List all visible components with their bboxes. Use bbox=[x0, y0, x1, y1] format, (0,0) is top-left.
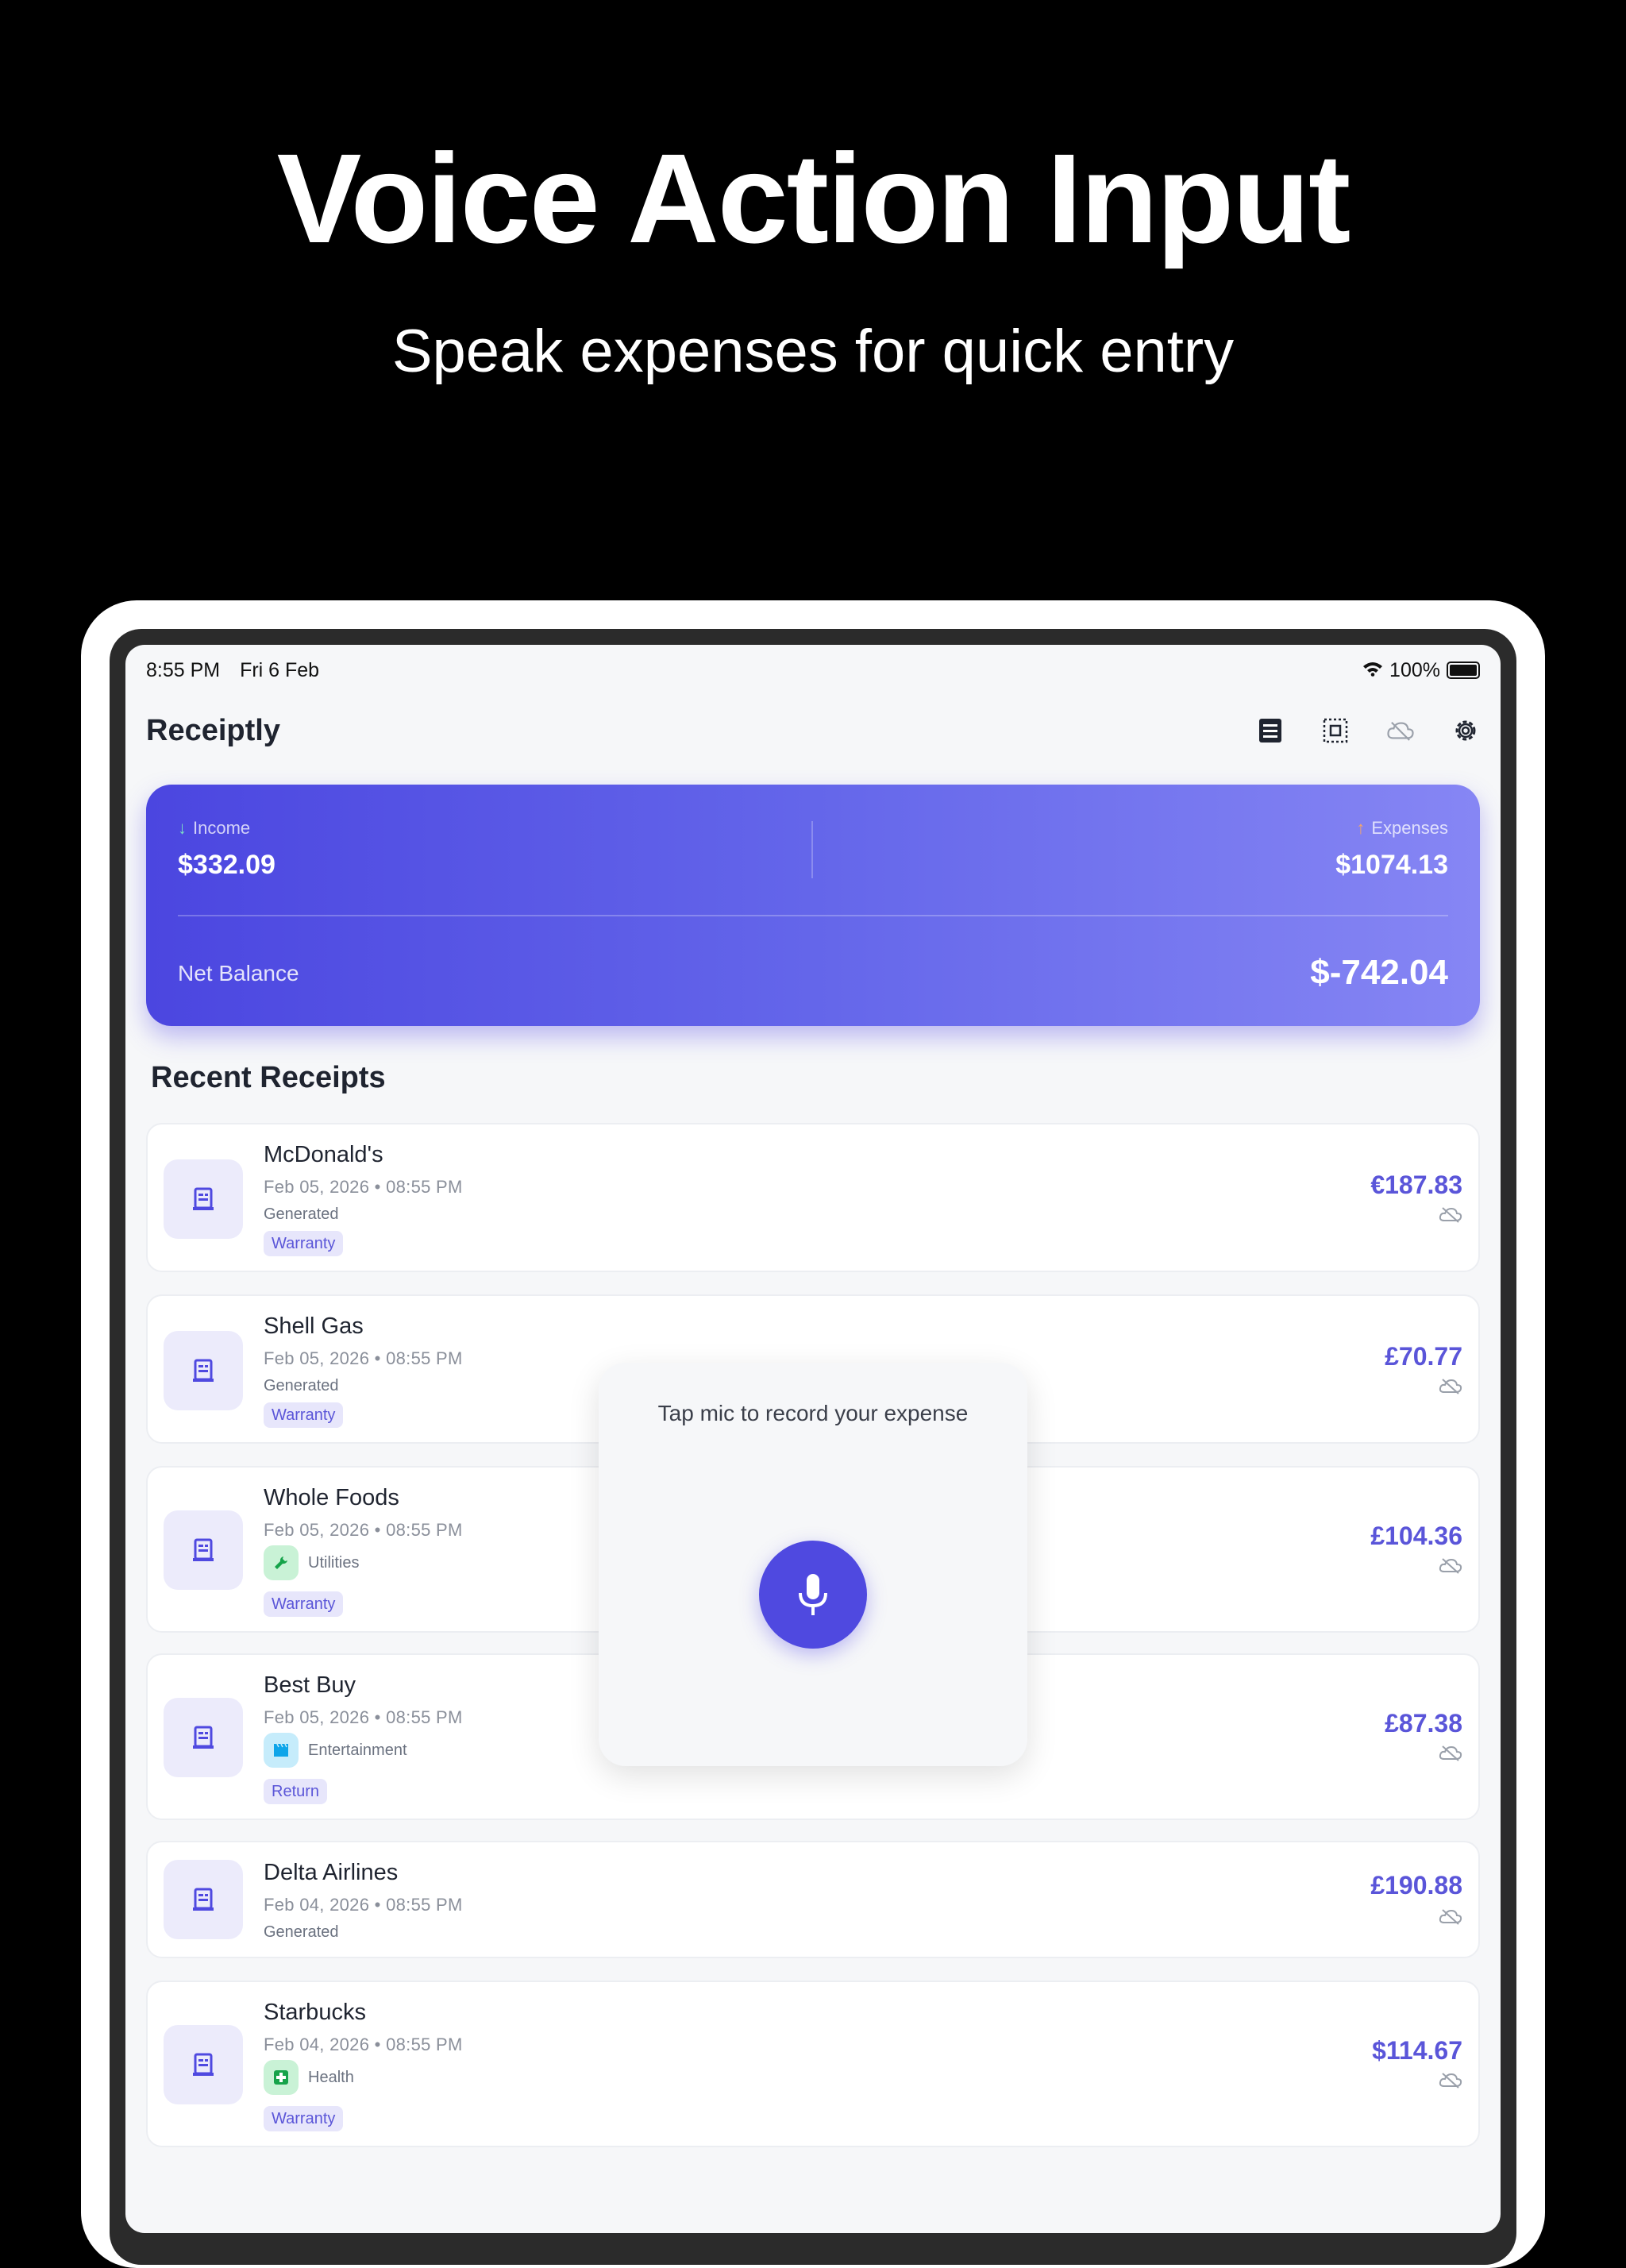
receipt-amount: £70.77 bbox=[1385, 1342, 1462, 1371]
net-balance-label: Net Balance bbox=[178, 961, 299, 986]
cloud-off-icon bbox=[1439, 1909, 1462, 1925]
receipt-status: Generated bbox=[264, 1205, 339, 1223]
merchant-name: McDonald's bbox=[264, 1142, 383, 1167]
cloud-off-icon bbox=[1439, 2073, 1462, 2089]
receipt-card[interactable]: Starbucks Feb 04, 2026 • 08:55 PM Health… bbox=[146, 1981, 1480, 2147]
merchant-name: Whole Foods bbox=[264, 1485, 399, 1510]
receipt-status: Generated bbox=[264, 1377, 339, 1394]
receipt-tag: Warranty bbox=[264, 1402, 344, 1428]
receipt-card[interactable]: McDonald's Feb 05, 2026 • 08:55 PM Gener… bbox=[146, 1123, 1480, 1272]
mic-button[interactable] bbox=[759, 1541, 867, 1649]
battery-icon bbox=[1447, 662, 1480, 679]
receipt-tag: Warranty bbox=[264, 1591, 344, 1617]
summary-card: ↓ Income $332.09 ↑ Expenses $1074.13 Net… bbox=[146, 785, 1480, 1026]
battery-percent: 100% bbox=[1389, 658, 1440, 681]
merchant-name: Best Buy bbox=[264, 1672, 356, 1698]
summary-divider-vertical bbox=[811, 821, 813, 878]
voice-prompt: Tap mic to record your expense bbox=[657, 1401, 969, 1425]
scan-icon[interactable] bbox=[1321, 716, 1350, 745]
arrow-up-icon: ↑ bbox=[1356, 818, 1366, 838]
cloud-off-icon bbox=[1439, 1558, 1462, 1574]
gear-icon[interactable] bbox=[1451, 716, 1480, 745]
income-label: ↓ Income bbox=[178, 818, 251, 838]
section-title: Recent Receipts bbox=[151, 1061, 386, 1094]
clapperboard-icon bbox=[264, 1733, 299, 1768]
receipt-date: Feb 05, 2026 • 08:55 PM bbox=[264, 1177, 463, 1197]
status-date: Fri 6 Feb bbox=[240, 658, 320, 681]
receipt-thumb-icon bbox=[164, 1860, 243, 1939]
hero-title: Voice Action Input bbox=[276, 127, 1351, 269]
medical-cross-icon bbox=[264, 2060, 299, 2095]
cloud-off-icon bbox=[1439, 1207, 1462, 1223]
expenses-label: ↑ Expenses bbox=[1356, 818, 1448, 838]
hero-subtitle: Speak expenses for quick entry bbox=[391, 318, 1235, 385]
cloud-off-icon bbox=[1439, 1379, 1462, 1394]
income-value: $332.09 bbox=[178, 850, 275, 880]
cloud-off-icon bbox=[1439, 1745, 1462, 1761]
receipt-tag: Warranty bbox=[264, 2106, 344, 2131]
app-screen: 8:55 PM Fri 6 Feb 100% Receiptly ↓ Incom… bbox=[125, 645, 1501, 2233]
app-bar: Receiptly bbox=[146, 699, 1480, 762]
toolbar bbox=[1256, 716, 1480, 745]
receipt-category: Entertainment bbox=[264, 1733, 407, 1768]
receipt-amount: €187.83 bbox=[1370, 1171, 1462, 1199]
receipt-thumb-icon bbox=[164, 1331, 243, 1410]
status-bar: 8:55 PM Fri 6 Feb 100% bbox=[146, 654, 1480, 686]
receipt-status: Generated bbox=[264, 1923, 339, 1941]
merchant-name: Delta Airlines bbox=[264, 1860, 399, 1885]
receipt-date: Feb 04, 2026 • 08:55 PM bbox=[264, 1895, 463, 1915]
receipt-thumb-icon bbox=[164, 1159, 243, 1239]
receipt-card[interactable]: Delta Airlines Feb 04, 2026 • 08:55 PM G… bbox=[146, 1841, 1480, 1958]
receipt-thumb-icon bbox=[164, 2025, 243, 2104]
merchant-name: Starbucks bbox=[264, 2000, 366, 2025]
receipt-date: Feb 05, 2026 • 08:55 PM bbox=[264, 1348, 463, 1368]
receipt-category: Health bbox=[264, 2060, 354, 2095]
wrench-icon bbox=[264, 1545, 299, 1580]
receipt-date: Feb 05, 2026 • 08:55 PM bbox=[264, 1520, 463, 1540]
merchant-name: Shell Gas bbox=[264, 1313, 364, 1339]
receipt-amount: $114.67 bbox=[1372, 2036, 1462, 2065]
receipt-tag: Warranty bbox=[264, 1231, 344, 1256]
receipt-amount: £87.38 bbox=[1385, 1709, 1462, 1738]
net-balance-value: $-742.04 bbox=[1310, 953, 1448, 992]
receipt-tag: Return bbox=[264, 1779, 328, 1804]
receipt-date: Feb 04, 2026 • 08:55 PM bbox=[264, 2035, 463, 2054]
microphone-icon bbox=[799, 1574, 827, 1615]
app-title: Receiptly bbox=[146, 713, 280, 747]
arrow-down-icon: ↓ bbox=[178, 818, 187, 838]
receipt-amount: £104.36 bbox=[1370, 1522, 1462, 1550]
receipt-amount: £190.88 bbox=[1370, 1871, 1462, 1900]
receipt-list-icon[interactable] bbox=[1256, 716, 1285, 745]
receipt-category: Utilities bbox=[264, 1545, 359, 1580]
wifi-icon bbox=[1362, 659, 1383, 682]
summary-divider-horizontal bbox=[178, 915, 1448, 916]
cloud-off-icon[interactable] bbox=[1386, 716, 1415, 745]
voice-input-popup: Tap mic to record your expense bbox=[599, 1363, 1027, 1766]
expenses-value: $1074.13 bbox=[1335, 850, 1448, 880]
receipt-thumb-icon bbox=[164, 1698, 243, 1777]
receipt-thumb-icon bbox=[164, 1510, 243, 1590]
receipt-date: Feb 05, 2026 • 08:55 PM bbox=[264, 1707, 463, 1727]
status-time: 8:55 PM bbox=[146, 658, 221, 681]
